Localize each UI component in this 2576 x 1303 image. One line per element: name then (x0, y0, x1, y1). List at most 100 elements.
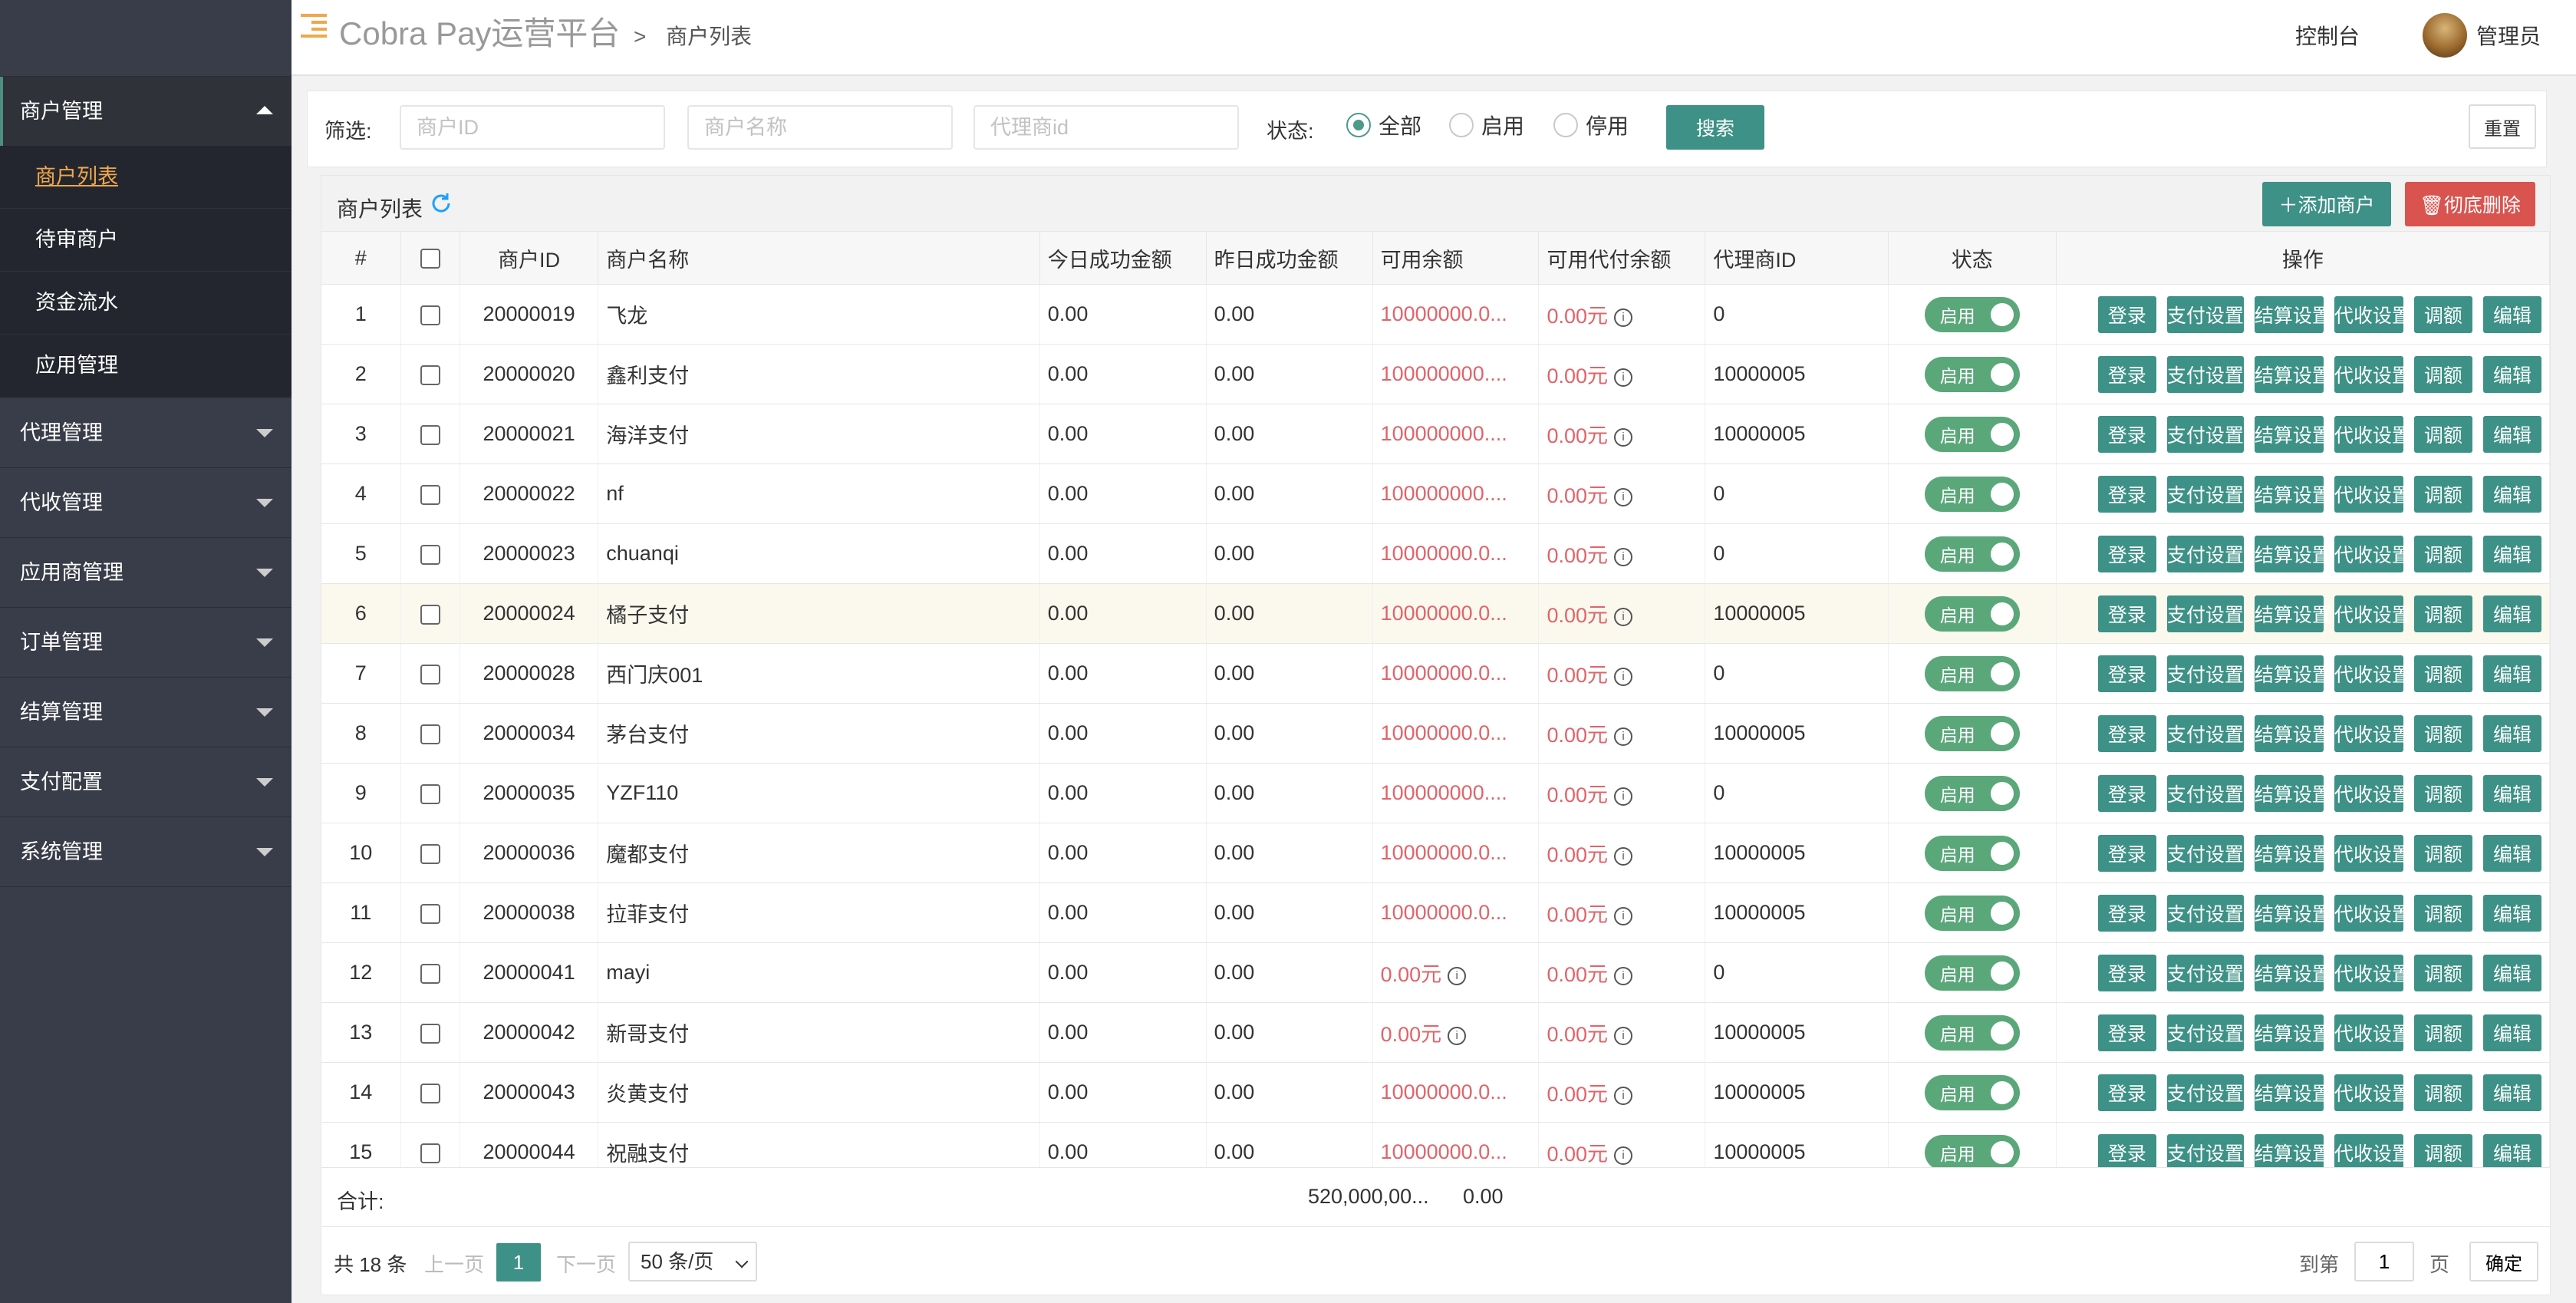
login-button[interactable]: 登录 (2097, 774, 2156, 812)
status-toggle[interactable]: 启用 (1924, 715, 2020, 751)
info-icon[interactable]: i (1614, 1146, 1633, 1165)
status-toggle[interactable]: 启用 (1924, 835, 2020, 871)
edit-button[interactable]: 编辑 (2482, 475, 2541, 513)
collection-settings-button[interactable]: 代收设置 (2334, 595, 2411, 632)
row-checkbox[interactable] (420, 1083, 440, 1103)
login-button[interactable]: 登录 (2097, 1074, 2156, 1111)
row-checkbox[interactable] (420, 544, 440, 565)
agent-id-input[interactable] (973, 105, 1239, 150)
settlement-settings-button[interactable]: 结算设置 (2254, 834, 2331, 872)
edit-button[interactable]: 编辑 (2482, 295, 2541, 333)
adjust-amount-button[interactable]: 调额 (2413, 714, 2472, 752)
sidebar-item-app-management[interactable]: 应用管理 (0, 335, 292, 397)
row-checkbox[interactable] (420, 424, 440, 445)
menu-agent-management[interactable]: 代理管理 (0, 398, 292, 467)
sidebar-item-pending-merchants[interactable]: 待审商户 (0, 209, 292, 272)
sidebar-item-merchant-list[interactable]: 商户列表 (0, 146, 292, 209)
menu-payment-config[interactable]: 支付配置 (0, 747, 292, 816)
collection-settings-button[interactable]: 代收设置 (2334, 774, 2411, 812)
login-button[interactable]: 登录 (2097, 655, 2156, 692)
adjust-amount-button[interactable]: 调额 (2413, 475, 2472, 513)
payment-settings-button[interactable]: 支付设置 (2166, 1014, 2244, 1051)
adjust-amount-button[interactable]: 调额 (2413, 894, 2472, 932)
info-icon[interactable]: i (1614, 846, 1633, 866)
login-button[interactable]: 登录 (2097, 295, 2156, 333)
login-button[interactable]: 登录 (2097, 535, 2156, 572)
login-button[interactable]: 登录 (2097, 834, 2156, 872)
status-toggle[interactable]: 启用 (1924, 1014, 2020, 1051)
settlement-settings-button[interactable]: 结算设置 (2254, 535, 2331, 572)
collection-settings-button[interactable]: 代收设置 (2334, 954, 2411, 991)
info-icon[interactable]: i (1614, 368, 1633, 387)
edit-button[interactable]: 编辑 (2482, 894, 2541, 932)
row-checkbox[interactable] (420, 783, 440, 804)
page-size-select[interactable]: 50 条/页 (628, 1242, 757, 1282)
goto-page-input[interactable] (2354, 1242, 2414, 1282)
select-all-checkbox[interactable] (420, 249, 440, 269)
adjust-amount-button[interactable]: 调额 (2413, 295, 2472, 333)
edit-button[interactable]: 编辑 (2482, 834, 2541, 872)
info-icon[interactable]: i (1614, 487, 1633, 506)
payment-settings-button[interactable]: 支付设置 (2166, 774, 2244, 812)
edit-button[interactable]: 编辑 (2482, 1074, 2541, 1111)
row-checkbox[interactable] (420, 1023, 440, 1044)
collection-settings-button[interactable]: 代收设置 (2334, 894, 2411, 932)
adjust-amount-button[interactable]: 调额 (2413, 774, 2472, 812)
menu-app-vendor-management[interactable]: 应用商管理 (0, 538, 292, 607)
delete-permanently-button[interactable]: 🗑彻底删除 (2405, 182, 2535, 226)
settlement-settings-button[interactable]: 结算设置 (2254, 894, 2331, 932)
status-toggle[interactable]: 启用 (1924, 296, 2020, 332)
info-icon[interactable]: i (1614, 427, 1633, 447)
settlement-settings-button[interactable]: 结算设置 (2254, 475, 2331, 513)
status-toggle[interactable]: 启用 (1924, 655, 2020, 691)
row-checkbox[interactable] (420, 604, 440, 625)
collection-settings-button[interactable]: 代收设置 (2334, 415, 2411, 453)
settlement-settings-button[interactable]: 结算设置 (2254, 295, 2331, 333)
collection-settings-button[interactable]: 代收设置 (2334, 655, 2411, 692)
admin-menu[interactable]: 管理员 (2423, 12, 2541, 58)
payment-settings-button[interactable]: 支付设置 (2166, 655, 2244, 692)
adjust-amount-button[interactable]: 调额 (2413, 595, 2472, 632)
status-toggle[interactable]: 启用 (1924, 595, 2020, 632)
edit-button[interactable]: 编辑 (2482, 535, 2541, 572)
refresh-icon[interactable] (429, 191, 453, 216)
payment-settings-button[interactable]: 支付设置 (2166, 355, 2244, 393)
settlement-settings-button[interactable]: 结算设置 (2254, 415, 2331, 453)
info-icon[interactable]: i (1614, 727, 1633, 746)
settlement-settings-button[interactable]: 结算设置 (2254, 655, 2331, 692)
radio-all[interactable]: 全部 (1346, 110, 1421, 140)
merchant-id-input[interactable] (400, 105, 665, 150)
payment-settings-button[interactable]: 支付设置 (2166, 535, 2244, 572)
menu-settlement-management[interactable]: 结算管理 (0, 678, 292, 747)
settlement-settings-button[interactable]: 结算设置 (2254, 1074, 2331, 1111)
settlement-settings-button[interactable]: 结算设置 (2254, 714, 2331, 752)
row-checkbox[interactable] (420, 305, 440, 325)
login-button[interactable]: 登录 (2097, 475, 2156, 513)
status-toggle[interactable]: 启用 (1924, 895, 2020, 931)
collection-settings-button[interactable]: 代收设置 (2334, 535, 2411, 572)
payment-settings-button[interactable]: 支付设置 (2166, 1133, 2244, 1167)
collection-settings-button[interactable]: 代收设置 (2334, 475, 2411, 513)
login-button[interactable]: 登录 (2097, 1014, 2156, 1051)
payment-settings-button[interactable]: 支付设置 (2166, 954, 2244, 991)
status-toggle[interactable]: 启用 (1924, 476, 2020, 512)
add-merchant-button[interactable]: ＋添加商户 (2262, 182, 2391, 226)
info-icon[interactable]: i (1614, 1086, 1633, 1105)
edit-button[interactable]: 编辑 (2482, 954, 2541, 991)
merchant-name-input[interactable] (687, 105, 953, 150)
adjust-amount-button[interactable]: 调额 (2413, 1014, 2472, 1051)
edit-button[interactable]: 编辑 (2482, 415, 2541, 453)
status-toggle[interactable]: 启用 (1924, 536, 2020, 572)
row-checkbox[interactable] (420, 484, 440, 505)
search-button[interactable]: 搜索 (1666, 105, 1764, 150)
edit-button[interactable]: 编辑 (2482, 355, 2541, 393)
adjust-amount-button[interactable]: 调额 (2413, 1074, 2472, 1111)
edit-button[interactable]: 编辑 (2482, 714, 2541, 752)
adjust-amount-button[interactable]: 调额 (2413, 834, 2472, 872)
settlement-settings-button[interactable]: 结算设置 (2254, 1133, 2331, 1167)
status-toggle[interactable]: 启用 (1924, 1134, 2020, 1167)
payment-settings-button[interactable]: 支付设置 (2166, 894, 2244, 932)
info-icon[interactable]: i (1448, 1026, 1467, 1045)
adjust-amount-button[interactable]: 调额 (2413, 655, 2472, 692)
info-icon[interactable]: i (1614, 308, 1633, 327)
